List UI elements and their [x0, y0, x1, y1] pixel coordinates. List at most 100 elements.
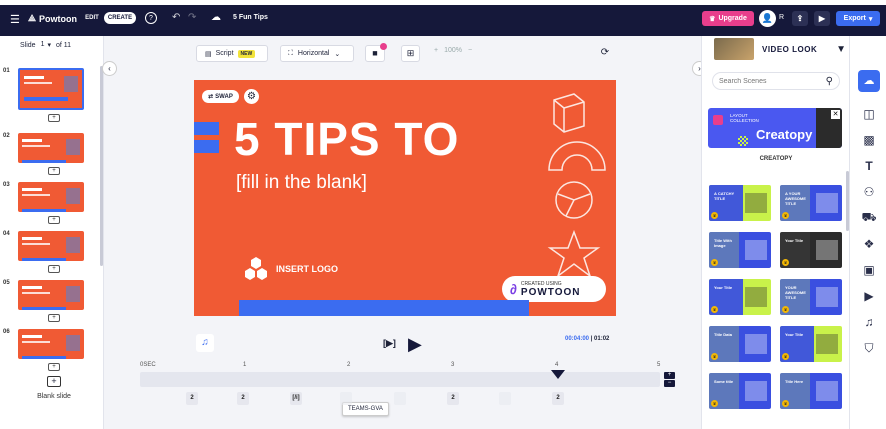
slide-thumbnail[interactable]: [18, 182, 84, 212]
grid-button[interactable]: ⊞: [401, 45, 420, 62]
timeline-zoom-out[interactable]: −: [664, 380, 675, 387]
menu-icon[interactable]: ☰: [10, 13, 20, 26]
timeline-keyframe-faded[interactable]: [394, 392, 406, 405]
decorative-shapes: [547, 93, 606, 279]
video-look-header[interactable]: VIDEO LOOK ▼: [714, 38, 846, 60]
slide-thumbnail[interactable]: [18, 231, 84, 261]
settings-gear-icon[interactable]: ⚙: [244, 89, 259, 104]
scene-thumbnail[interactable]: YOUR AWESOME TITLE ♛: [780, 279, 842, 315]
images-icon[interactable]: ▣: [861, 262, 877, 278]
shapes-icon[interactable]: ❖: [861, 236, 877, 252]
chevron-down-icon: ▾: [868, 15, 873, 23]
scene-thumbnail[interactable]: Title Data ♛: [709, 326, 771, 362]
slide-canvas[interactable]: ⇄ SWAP ⚙ 5 TIPS TO [fill in the blank] IN…: [194, 80, 616, 316]
scene-thumbnail[interactable]: A CATCHY TITLE ♛: [709, 185, 771, 221]
zoom-in-button[interactable]: +: [434, 47, 438, 54]
timeline-keyframe[interactable]: 2: [552, 392, 564, 405]
help-icon[interactable]: ?: [145, 12, 157, 24]
frame-step-button[interactable]: [▶]: [383, 338, 396, 349]
cloud-save-icon: ☁: [211, 12, 221, 23]
search-input[interactable]: [719, 77, 819, 85]
magic-button[interactable]: ⟳: [596, 45, 614, 62]
export-button[interactable]: Export ▾: [836, 11, 880, 26]
slide-subtitle[interactable]: [fill in the blank]: [236, 172, 367, 194]
record-camera-button[interactable]: ■: [365, 43, 387, 62]
scene-thumbnail[interactable]: Title Here ♛: [780, 373, 842, 409]
layout-collection-banner[interactable]: LAYOUT COLLECTION Creatopy ✕: [708, 108, 842, 148]
powtoon-logo[interactable]: ⟁ Powtoon: [28, 13, 77, 24]
timeline-keyframe-faded[interactable]: [499, 392, 511, 405]
pattern-icon[interactable]: ▩: [861, 132, 877, 148]
scene-thumbnail[interactable]: Your Title ♛: [709, 279, 771, 315]
text-icon[interactable]: T: [861, 158, 877, 174]
created-using-badge[interactable]: ∂ CREATED USING POWTOON: [502, 276, 606, 302]
redo-icon[interactable]: ↷: [188, 12, 196, 23]
add-slide-button[interactable]: +: [48, 167, 60, 175]
script-button[interactable]: ▤ Script NEW: [196, 45, 268, 62]
characters-icon[interactable]: ⚇: [861, 184, 877, 200]
music-button[interactable]: ♫: [196, 334, 214, 352]
avatar[interactable]: 👤: [759, 10, 776, 27]
scene-label: Your Title: [785, 332, 804, 337]
add-slide-button[interactable]: +: [48, 265, 60, 273]
upload-icon[interactable]: ☁: [858, 70, 880, 92]
upgrade-button[interactable]: ♛ Upgrade: [702, 11, 754, 26]
swap-button[interactable]: ⇄ SWAP: [202, 90, 239, 103]
scene-thumbnail[interactable]: Some title ♛: [709, 373, 771, 409]
scene-thumbnail[interactable]: Your Title ♛: [780, 326, 842, 362]
edit-mode-button[interactable]: EDIT: [82, 12, 102, 24]
timeline-zoom-in[interactable]: +: [664, 372, 675, 379]
scene-label: Your Title: [785, 238, 804, 243]
canvas-area: ‹ › ▤ Script NEW ⛶ Horizontal ⌄ ■ ⊞ +100% − …: [102, 36, 707, 429]
playhead[interactable]: [551, 370, 565, 379]
video-icon[interactable]: ▶: [861, 288, 877, 304]
slide-thumbnail[interactable]: [18, 68, 84, 110]
timeline-keyframe[interactable]: 2: [186, 392, 198, 405]
selection-handle-bottom[interactable]: [194, 140, 219, 153]
timeline-tick: 4: [555, 362, 559, 368]
scene-search[interactable]: ⚲: [712, 72, 840, 90]
slide-number-select[interactable]: 1 ▾: [41, 41, 51, 49]
insert-logo-placeholder[interactable]: INSERT LOGO: [242, 256, 338, 282]
play-button[interactable]: ▶: [408, 334, 422, 355]
layout-icon[interactable]: ◫: [861, 106, 877, 122]
add-slide-button[interactable]: +: [48, 314, 60, 322]
scene-label: Title Data: [714, 332, 732, 337]
share-button[interactable]: ⇪: [792, 11, 808, 26]
zoom-out-button[interactable]: −: [468, 47, 472, 54]
preview-play-button[interactable]: ▶: [814, 11, 830, 26]
scene-label: Some title: [714, 379, 734, 384]
slide-thumbnail[interactable]: [18, 133, 84, 163]
swap-icon: ⇄: [208, 94, 214, 100]
add-slide-button[interactable]: +: [48, 114, 60, 122]
scene-thumbnail[interactable]: A YOUR AWESOME TITLE ♛: [780, 185, 842, 221]
slides-panel: Slide 1 ▾ of 11 01 +02 +03 +04 +05 +06 + + Blan…: [0, 36, 104, 429]
blank-slide-button[interactable]: + Blank slide: [26, 376, 82, 400]
timeline-keyframe[interactable]: 2: [447, 392, 459, 405]
scene-thumbnail[interactable]: Title With Image ♛: [709, 232, 771, 268]
brand-kit-icon[interactable]: ⛉: [861, 340, 877, 356]
add-slide-button[interactable]: +: [48, 216, 60, 224]
project-title[interactable]: 5 Fun Tips: [233, 14, 268, 21]
slide-thumbnail[interactable]: [18, 280, 84, 310]
slide-scrollbar[interactable]: [100, 66, 103, 266]
create-mode-button[interactable]: CREATE: [104, 12, 136, 24]
close-icon[interactable]: ✕: [831, 110, 840, 119]
slide-thumbnail[interactable]: [18, 329, 84, 359]
orientation-select[interactable]: ⛶ Horizontal ⌄: [280, 45, 354, 62]
timeline-track[interactable]: [140, 372, 660, 387]
timeline-keyframe[interactable]: [/i]: [290, 392, 302, 405]
slide-title[interactable]: 5 TIPS TO: [234, 112, 459, 166]
search-icon[interactable]: ⚲: [826, 76, 833, 87]
undo-icon[interactable]: ↶: [172, 12, 180, 23]
timeline-keyframe-faded[interactable]: [340, 392, 352, 405]
add-slide-button[interactable]: +: [48, 363, 60, 371]
collapse-slides-button[interactable]: ‹: [102, 61, 117, 76]
music-icon[interactable]: ♫: [861, 314, 877, 330]
selection-handle-top[interactable]: [194, 122, 219, 135]
timeline-keyframe[interactable]: 2: [237, 392, 249, 405]
scene-thumbnail[interactable]: Your Title ♛: [780, 232, 842, 268]
chevron-down-icon: ▼: [836, 43, 846, 55]
props-icon[interactable]: ⛟: [861, 210, 877, 226]
slide-number: 04: [3, 231, 10, 237]
